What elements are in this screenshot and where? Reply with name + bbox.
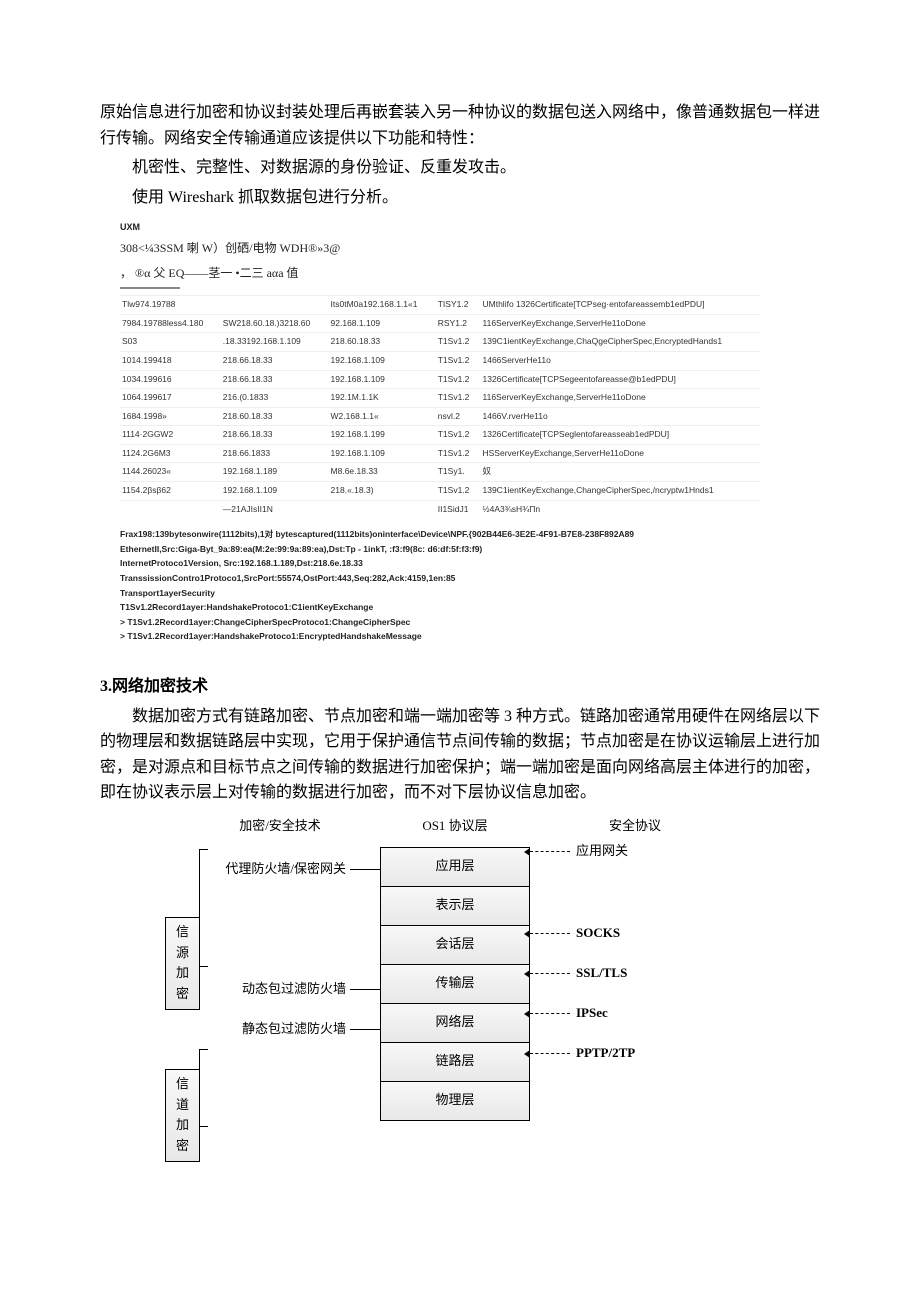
right-pptp: PPTP/2TP: [530, 1043, 635, 1064]
left-proxy-firewall: 代理防火墙/保密网关: [225, 859, 380, 880]
ws-toolbar: 308<¼3SSM 喇 W）创硒/电物 WDH®»3@: [120, 239, 820, 258]
section-3-body: 数据加密方式有链路加密、节点加密和端一端加密等 3 种方式。链路加密通常用硬件在…: [100, 704, 820, 806]
detail-line: EthernetII,Src:Giga-Byt_9a:89:ea(M:2e:99…: [120, 543, 820, 557]
chan-enc-bracket: [199, 1049, 208, 1127]
packet-row: 1034.199616218.66.18.33192.168.1.109T1Sv…: [120, 370, 760, 389]
wireshark-figure: UXM 308<¼3SSM 喇 W）创硒/电物 WDH®»3@ ， ®α 父 E…: [120, 220, 820, 644]
ws-filter-row: ， ®α 父 EQ——茎一 •二三 aαa 值: [120, 264, 820, 283]
packet-row: Tlw974.19788Its0tM0a192.168.1.1«1TISY1.2…: [120, 296, 760, 315]
detail-line: Frax198:139bytesonwire(1112bits),1对 byte…: [120, 528, 820, 542]
detail-line: InternetProtoco1Version, Src:192.168.1.1…: [120, 557, 820, 571]
ipsec-label: IPSec: [576, 1003, 608, 1024]
src-enc-box: 信源加密: [165, 917, 200, 1010]
left-column: 代理防火墙/保密网关 信源加密 动态包过滤防火墙 静态包过滤防火墙 信道加密: [180, 847, 380, 1120]
packet-table: Tlw974.19788Its0tM0a192.168.1.1«1TISY1.2…: [120, 295, 760, 518]
packet-details: Frax198:139bytesonwire(1112bits),1对 byte…: [120, 528, 820, 644]
left-static-firewall: 静态包过滤防火墙: [242, 1019, 380, 1040]
packet-row: 1014.199418218.66.18.33192.168.1.109T1Sv…: [120, 351, 760, 370]
dyn-fw-label: 动态包过滤防火墙: [242, 979, 346, 1000]
packet-row: 1144.26023«192.168.1.189M8.6e.18.33T1Sy1…: [120, 463, 760, 482]
packet-row: 1114·2GGW2218.66.18.33192.168.1.199T1Sv1…: [120, 426, 760, 445]
osi-layer: 会话层: [380, 925, 530, 965]
left-dynamic-firewall: 动态包过滤防火墙: [242, 979, 380, 1000]
detail-line: > T1Sv1.2Record1ayer:HandshakeProtoco1:E…: [120, 630, 820, 644]
packet-row: 1124.2G6M3218.66.1833192.168.1.109T1Sv1.…: [120, 444, 760, 463]
detail-line: Transport1ayerSecurity: [120, 587, 820, 601]
socks-label: SOCKS: [576, 923, 620, 944]
right-ssl-tls: SSL/TLS: [530, 963, 627, 984]
ws-top-label: UXM: [120, 220, 820, 234]
detail-line: T1Sv1.2Record1ayer:HandshakeProtoco1:C1i…: [120, 601, 820, 615]
intro-paragraph-2: 机密性、完整性、对数据源的身份验证、反重发攻击。: [100, 155, 820, 181]
chan-enc-box: 信道加密: [165, 1069, 200, 1162]
right-socks: SOCKS: [530, 923, 620, 944]
osi-layer: 应用层: [380, 847, 530, 887]
right-ipsec: IPSec: [530, 1003, 608, 1024]
static-fw-label: 静态包过滤防火墙: [242, 1019, 346, 1040]
ws-divider: [120, 287, 180, 289]
packet-row: 7984.19788less4.180SW218.60.18.)3218.609…: [120, 314, 760, 333]
header-left: 加密/安全技术: [180, 816, 380, 837]
src-enc-bracket: [199, 849, 208, 967]
section-3-title: 3.网络加密技术: [100, 674, 820, 700]
osi-layer: 物理层: [380, 1081, 530, 1121]
proxy-label: 代理防火墙/保密网关: [225, 859, 346, 880]
header-mid: OS1 协议层: [380, 816, 530, 837]
header-right: 安全协议: [530, 816, 740, 837]
intro-paragraph-3: 使用 Wireshark 抓取数据包进行分析。: [100, 185, 820, 211]
packet-row: 1684.1998»218.60.18.33W2.168.1.1«nsvl.21…: [120, 407, 760, 426]
intro-paragraph-1: 原始信息进行加密和协议封装处理后再嵌套装入另一种协议的数据包送入网络中，像普通数…: [100, 100, 820, 151]
pptp-label: PPTP/2TP: [576, 1043, 635, 1064]
packet-row: S03.18.33192.168.1.109218.60.18.33T1Sv1.…: [120, 333, 760, 352]
left-channel-encryption: 信道加密: [165, 1069, 200, 1162]
osi-layer: 传输层: [380, 964, 530, 1004]
osi-layer: 网络层: [380, 1003, 530, 1043]
packet-row: 1154.2βsβ62192.168.1.109218.«.18.3)T1Sv1…: [120, 482, 760, 501]
ssl-label: SSL/TLS: [576, 963, 627, 984]
osi-layer: 表示层: [380, 886, 530, 926]
detail-line: > T1Sv1.2Record1ayer:ChangeCipherSpecPro…: [120, 616, 820, 630]
osi-stack: 应用层表示层会话层传输层网络层链路层物理层: [380, 847, 530, 1120]
packet-row: —21AJIsII1NII1SidJ1½4A3¾sH¾Πn: [120, 500, 760, 518]
osi-diagram: 加密/安全技术 OS1 协议层 安全协议 代理防火墙/保密网关 信源加密 动态包…: [180, 816, 740, 1120]
app-gw-label: 应用网关: [576, 841, 628, 862]
left-source-encryption: 信源加密: [165, 917, 200, 1010]
packet-row: 1064.199617216.(0.1833192.1M.1.1KT1Sv1.2…: [120, 389, 760, 408]
osi-layer: 链路层: [380, 1042, 530, 1082]
right-app-gateway: 应用网关: [530, 841, 628, 862]
detail-line: TranssissionContro1Protoco1,SrcPort:5557…: [120, 572, 820, 586]
diagram-headers: 加密/安全技术 OS1 协议层 安全协议: [180, 816, 740, 837]
right-column: 应用网关 SOCKS SSL/TLS IPSec PPTP/2TP: [530, 847, 740, 1120]
